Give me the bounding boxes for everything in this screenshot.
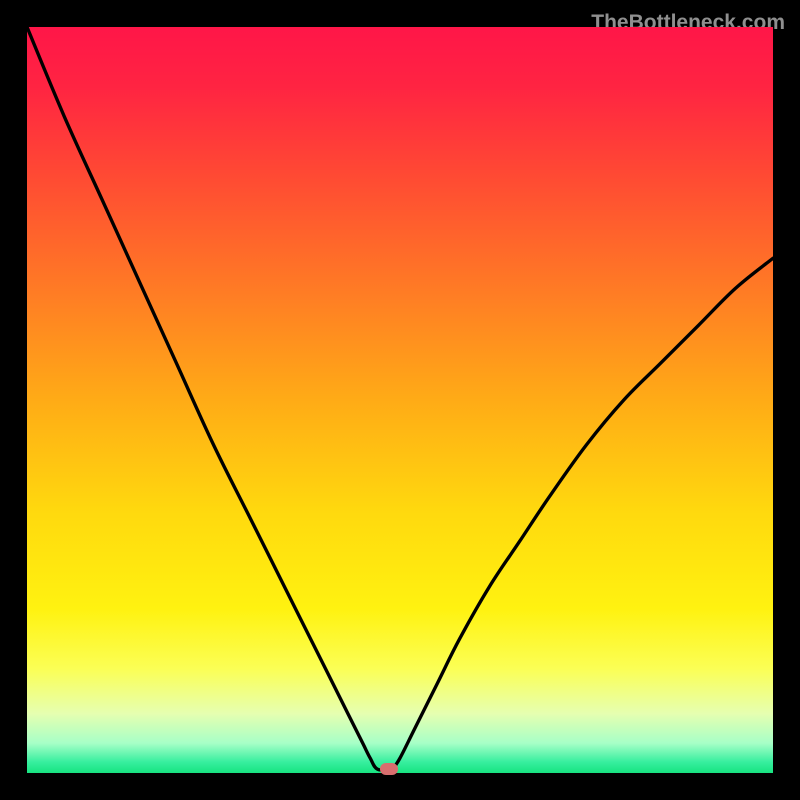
bottleneck-curve xyxy=(27,27,773,773)
plot-area xyxy=(27,27,773,773)
chart-frame: TheBottleneck.com xyxy=(15,15,785,785)
optimum-marker xyxy=(380,763,398,775)
